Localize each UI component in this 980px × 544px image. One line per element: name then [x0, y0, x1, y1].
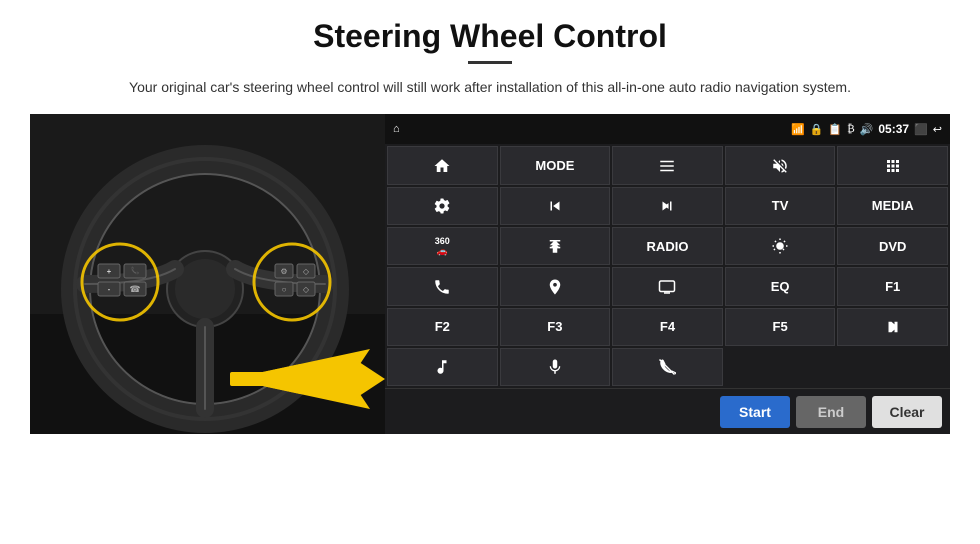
- btn-navi[interactable]: [500, 267, 611, 305]
- bottom-bar: Start End Clear: [385, 388, 950, 434]
- btn-list[interactable]: [612, 146, 723, 184]
- page-container: Steering Wheel Control Your original car…: [0, 0, 980, 544]
- btn-radio[interactable]: RADIO: [612, 227, 723, 265]
- wifi-icon: 📶: [791, 123, 805, 136]
- svg-text:◇: ◇: [303, 285, 310, 294]
- button-grid: MODE: [385, 144, 950, 388]
- status-time: 05:37: [878, 122, 909, 136]
- btn-apps[interactable]: [837, 146, 948, 184]
- btn-screen[interactable]: [612, 267, 723, 305]
- btn-360cam[interactable]: 360🚗: [387, 227, 498, 265]
- sim-icon: 📋: [828, 123, 842, 136]
- content-row: + - 📞 ☎ ⚙ ◇ ○ ◇: [30, 114, 950, 434]
- btn-f1[interactable]: F1: [837, 267, 948, 305]
- status-bar: ⌂ 📶 🔒 📋 ₿ 🔊 05:37 ⬛ ↩: [385, 114, 950, 144]
- title-divider: [468, 61, 512, 64]
- btn-dvd[interactable]: DVD: [837, 227, 948, 265]
- svg-text:+: +: [107, 267, 112, 276]
- lock-icon: 🔒: [810, 123, 824, 136]
- back-icon: ↩: [933, 123, 942, 136]
- svg-text:☎: ☎: [129, 284, 140, 294]
- page-subtitle: Your original car's steering wheel contr…: [129, 76, 851, 98]
- btn-empty1[interactable]: [725, 348, 836, 386]
- btn-next[interactable]: [612, 187, 723, 225]
- bluetooth-icon: ₿: [847, 123, 855, 135]
- btn-f4[interactable]: F4: [612, 308, 723, 346]
- btn-music[interactable]: [387, 348, 498, 386]
- status-left: ⌂: [393, 123, 400, 135]
- svg-text:◇: ◇: [303, 267, 310, 276]
- btn-prev[interactable]: [500, 187, 611, 225]
- btn-hangup[interactable]: [612, 348, 723, 386]
- btn-home[interactable]: [387, 146, 498, 184]
- status-right: 📶 🔒 📋 ₿ 🔊 05:37 ⬛ ↩: [791, 122, 942, 136]
- clear-button[interactable]: Clear: [872, 396, 942, 428]
- btn-settings[interactable]: [387, 187, 498, 225]
- btn-f5[interactable]: F5: [725, 308, 836, 346]
- btn-phone[interactable]: [387, 267, 498, 305]
- btn-tv[interactable]: TV: [725, 187, 836, 225]
- svg-text:○: ○: [282, 285, 287, 294]
- btn-f2[interactable]: F2: [387, 308, 498, 346]
- control-panel: ⌂ 📶 🔒 📋 ₿ 🔊 05:37 ⬛ ↩: [385, 114, 950, 434]
- steering-wheel-image: + - 📞 ☎ ⚙ ◇ ○ ◇: [30, 114, 385, 434]
- btn-empty2[interactable]: [837, 348, 948, 386]
- svg-text:📞: 📞: [131, 266, 140, 275]
- end-button[interactable]: End: [796, 396, 866, 428]
- btn-media[interactable]: MEDIA: [837, 187, 948, 225]
- btn-mute[interactable]: [725, 146, 836, 184]
- volume-icon: 🔊: [860, 123, 874, 136]
- svg-text:⚙: ⚙: [280, 267, 287, 276]
- btn-mode[interactable]: MODE: [500, 146, 611, 184]
- home-status-icon: ⌂: [393, 123, 400, 135]
- page-title: Steering Wheel Control: [313, 18, 667, 55]
- btn-eq[interactable]: EQ: [725, 267, 836, 305]
- btn-brightness[interactable]: [725, 227, 836, 265]
- btn-f3[interactable]: F3: [500, 308, 611, 346]
- btn-mic[interactable]: [500, 348, 611, 386]
- start-button[interactable]: Start: [720, 396, 790, 428]
- cast-icon: ⬛: [914, 123, 928, 136]
- svg-text:-: -: [108, 285, 111, 294]
- btn-eject[interactable]: [500, 227, 611, 265]
- btn-playpause[interactable]: [837, 308, 948, 346]
